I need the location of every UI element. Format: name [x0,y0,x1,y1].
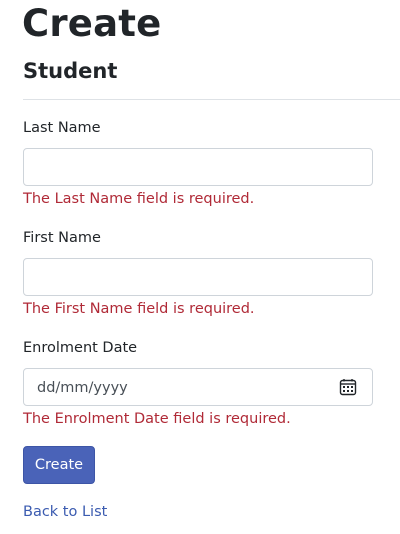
create-button[interactable]: Create [23,446,95,484]
divider [23,99,400,100]
enrolment-date-group: Enrolment Date dd/mm/yyyy The Enrolment … [23,338,373,429]
first-name-label: First Name [23,230,101,246]
page-subtitle: Student [23,59,118,83]
last-name-input[interactable] [23,148,373,186]
enrolment-date-input[interactable]: dd/mm/yyyy [23,368,373,406]
page-container: Create Student Last Name The Last Name f… [0,0,400,534]
last-name-group: Last Name The Last Name field is require… [23,118,373,209]
calendar-icon[interactable] [339,378,357,396]
enrolment-date-error: The Enrolment Date field is required. [23,411,291,427]
enrolment-date-label: Enrolment Date [23,340,138,356]
first-name-group: First Name The First Name field is requi… [23,228,373,319]
back-to-list-link[interactable]: Back to List [23,502,107,522]
first-name-error: The First Name field is required. [23,301,255,317]
enrolment-date-placeholder: dd/mm/yyyy [37,380,128,396]
page-title: Create [22,2,162,45]
last-name-label: Last Name [23,120,101,136]
last-name-error: The Last Name field is required. [23,191,255,207]
first-name-input[interactable] [23,258,373,296]
